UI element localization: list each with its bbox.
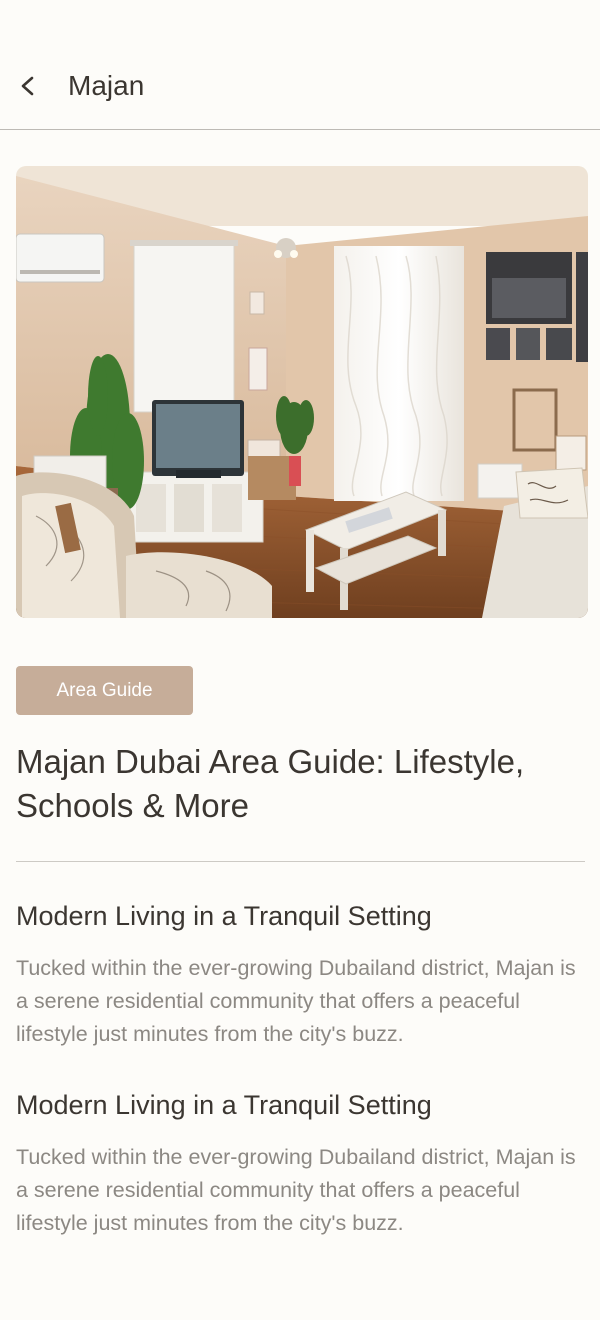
app-header: Majan [0,0,600,130]
article-title: Majan Dubai Area Guide: Lifestyle, Schoo… [16,743,525,824]
section-heading: Modern Living in a Tranquil Setting [16,1090,432,1120]
section-heading: Modern Living in a Tranquil Setting [16,901,432,931]
divider [16,861,585,862]
section-body: Tucked within the ever-growing Dubailand… [16,956,576,1046]
back-button[interactable] [8,66,48,106]
chevron-left-icon [21,76,34,96]
area-guide-badge[interactable]: Area Guide [16,666,193,715]
hero-image [16,166,588,618]
page-title: Majan [68,70,145,101]
section-body: Tucked within the ever-growing Dubailand… [16,1145,576,1235]
